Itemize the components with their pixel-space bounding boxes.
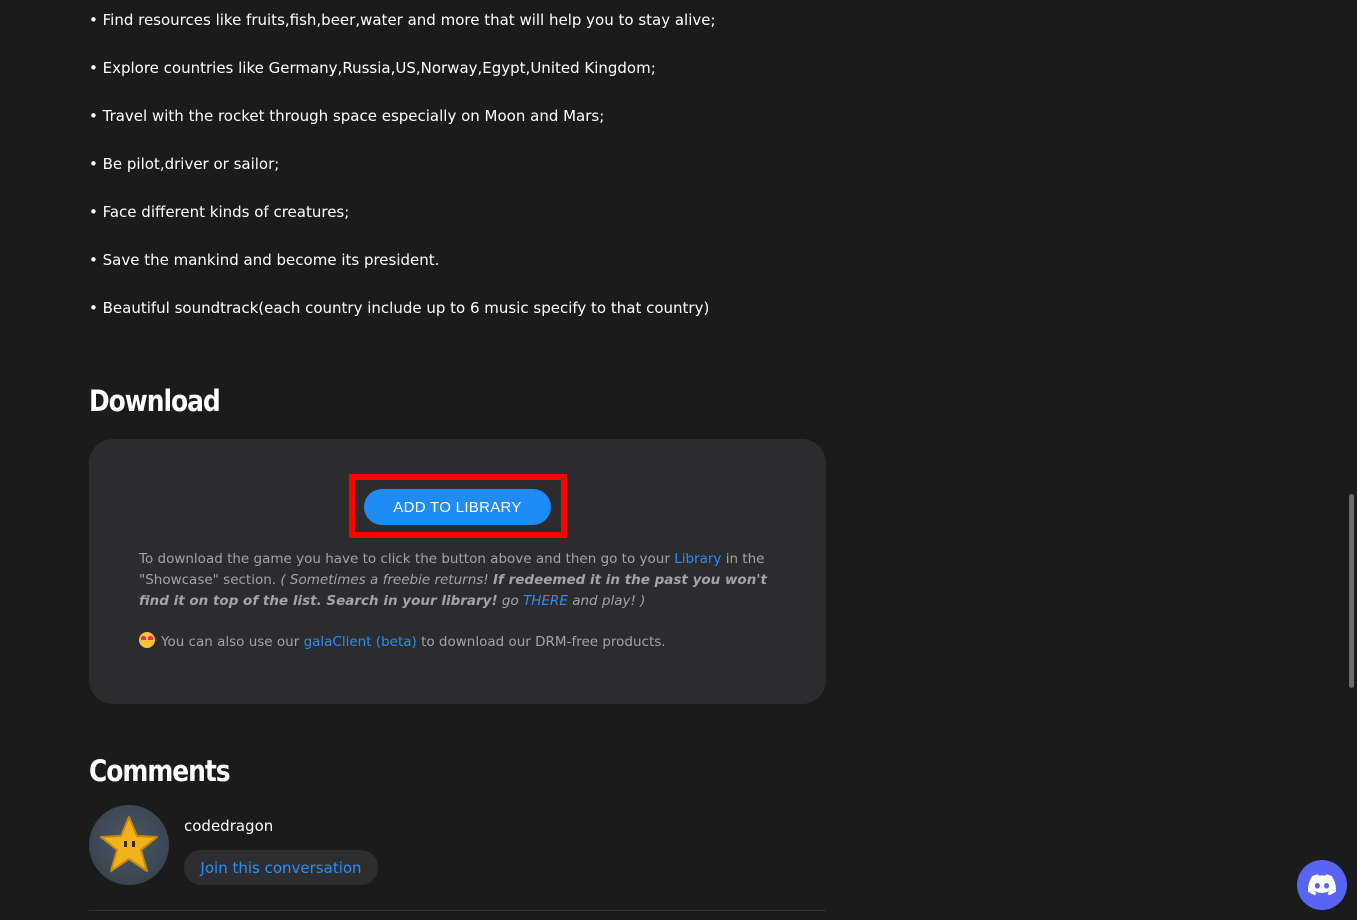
go-text: go xyxy=(497,593,524,609)
download-instructions: To download the game you have to click t… xyxy=(139,549,779,612)
discord-icon xyxy=(1308,874,1336,896)
discord-button[interactable] xyxy=(1297,860,1347,910)
feature-item: • Beautiful soundtrack(each country incl… xyxy=(89,299,710,317)
feature-item: • Travel with the rocket through space e… xyxy=(89,107,605,125)
join-conversation-button[interactable]: Join this conversation xyxy=(184,850,378,885)
feature-item: • Be pilot,driver or sailor; xyxy=(89,155,280,173)
client-text: You can also use our xyxy=(161,634,304,650)
comment-author[interactable]: codedragon xyxy=(184,817,273,835)
divider xyxy=(89,910,826,911)
download-card: ADD TO LIBRARY To download the game you … xyxy=(89,439,826,704)
feature-item: • Find resources like fruits,fish,beer,w… xyxy=(89,11,716,29)
download-heading: Download xyxy=(89,384,221,418)
avatar[interactable] xyxy=(89,805,169,885)
star-struck-emoji-icon xyxy=(139,632,155,648)
gala-client-line: You can also use our galaClient (beta) t… xyxy=(139,632,666,653)
feature-item: • Save the mankind and become its presid… xyxy=(89,251,440,269)
add-to-library-button[interactable]: ADD TO LIBRARY xyxy=(364,489,551,525)
scrollbar-thumb[interactable] xyxy=(1349,494,1354,688)
there-link[interactable]: THERE xyxy=(523,593,568,609)
client-text: to download our DRM-free products. xyxy=(416,634,666,650)
page: • Find resources like fruits,fish,beer,w… xyxy=(0,0,1357,920)
gala-client-link[interactable]: galaClient (beta) xyxy=(304,634,417,650)
feature-item: • Explore countries like Germany,Russia,… xyxy=(89,59,656,77)
comments-heading: Comments xyxy=(89,754,231,788)
and-play-text: and play! ) xyxy=(567,593,646,609)
freebie-note: ( Sometimes a freebie returns! xyxy=(280,572,493,588)
instructions-text: To download the game you have to click t… xyxy=(139,551,675,567)
library-link[interactable]: Library xyxy=(674,551,721,567)
feature-item: • Face different kinds of creatures; xyxy=(89,203,350,221)
star-icon xyxy=(100,816,158,872)
